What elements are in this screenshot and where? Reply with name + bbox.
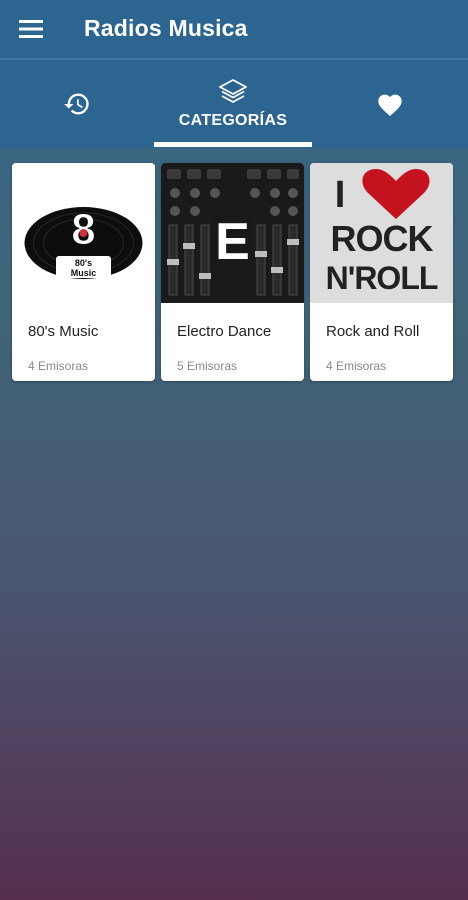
station-count: 4 Emisoras: [326, 359, 387, 373]
category-card-80s-music[interactable]: 8 80's Music 80's Music 4 Emisoras: [12, 163, 155, 381]
station-count: 5 Emisoras: [177, 359, 238, 373]
selected-tab-indicator: [154, 142, 312, 147]
station-count: 4 Emisoras: [28, 359, 89, 373]
tab-bar: CATEGORÍAS: [0, 60, 468, 148]
category-name: Electro Dance: [177, 323, 272, 340]
logo-line2: N'ROLL: [326, 260, 438, 296]
rock-and-roll-thumbnail: I ROCK N'ROLL: [310, 163, 453, 303]
tab-categories[interactable]: CATEGORÍAS: [154, 60, 312, 148]
logo-line2: Music: [71, 268, 97, 278]
app-title: Radios Musica: [84, 15, 248, 41]
category-name: 80's Music: [28, 323, 99, 340]
80s-music-thumbnail: 8 80's Music: [12, 163, 155, 303]
electro-dance-thumbnail: E: [161, 163, 304, 303]
toolbar: Radios Musica: [0, 0, 468, 58]
category-card-rock-and-roll[interactable]: I ROCK N'ROLL Rock and Roll 4 Emisoras: [310, 163, 453, 381]
logo-letter-i: I: [335, 174, 346, 216]
logo-line1: ROCK: [331, 218, 434, 259]
category-name: Rock and Roll: [326, 323, 420, 340]
hamburger-menu-icon[interactable]: [14, 12, 48, 46]
heart-icon: [378, 94, 402, 117]
category-card-electro-dance[interactable]: E Electro Dance 5 Emisoras: [161, 163, 304, 381]
history-icon: [64, 93, 89, 115]
logo-line1: 80's: [75, 258, 92, 268]
tab-history[interactable]: [0, 60, 154, 148]
tab-favorites[interactable]: [312, 60, 468, 148]
app-bar: Radios Musica CATEGORÍAS: [0, 0, 468, 148]
category-grid: 8 80's Music 80's Music 4 Emisoras: [12, 163, 456, 381]
logo-letter: E: [215, 213, 250, 271]
tab-categories-label: CATEGORÍAS: [178, 112, 288, 129]
layers-icon: [219, 79, 247, 103]
